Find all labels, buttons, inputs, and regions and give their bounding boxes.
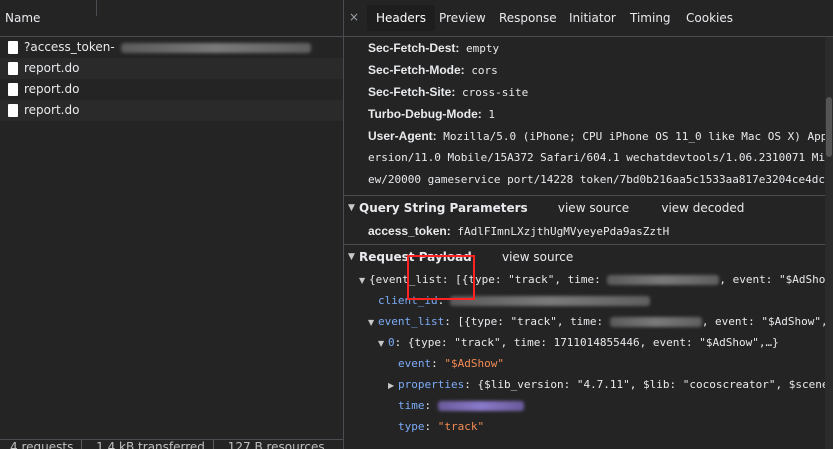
expand-triangle-icon[interactable]: ▼ [378, 333, 388, 354]
redacted-text [120, 42, 311, 53]
json-key: time [398, 399, 425, 412]
transferred-size: 1.4 kB transferred [96, 440, 205, 449]
payload-text: : {$lib_version: "4.7.11", $lib: "cocosc… [464, 378, 829, 391]
name-column-label: Name [5, 11, 41, 25]
document-icon [8, 41, 18, 54]
param-value: fAdlFImnLXzjthUgMVyeyePda9asZztH [457, 225, 670, 238]
view-decoded-link[interactable]: view decoded [661, 201, 744, 215]
request-detail-panel: × Headers Preview Response Initiator Tim… [344, 0, 833, 449]
tab-initiator[interactable]: Initiator [560, 5, 625, 31]
payload-text: , event: [719, 273, 780, 286]
expand-triangle-icon[interactable]: ▼ [348, 196, 355, 220]
request-row-report[interactable]: report.do [0, 58, 343, 79]
request-name: report.do [24, 103, 80, 117]
json-key: 0 [388, 336, 395, 349]
header-value: Mozilla/5.0 (iPhone; CPU iPhone OS 11_0 … [443, 130, 833, 143]
query-param-row: access_token: fAdlFImnLXzjthUgMVyeyePda9… [344, 220, 833, 244]
header-value: 1 [488, 108, 495, 121]
header-row: User-Agent: Mozilla/5.0 (iPhone; CPU iPh… [344, 125, 833, 147]
headers-content: Sec-Fetch-Dest: empty Sec-Fetch-Mode: co… [344, 37, 833, 449]
highlight-annotation-box [407, 255, 475, 300]
resources-size: 127 B resources [227, 440, 325, 449]
request-row-report[interactable]: report.do [0, 79, 343, 100]
redacted-text [609, 317, 702, 327]
divider [81, 440, 83, 449]
json-key: properties [398, 378, 465, 391]
close-icon[interactable]: × [349, 10, 359, 24]
collapsed-triangle-icon[interactable]: ▶ [388, 375, 398, 396]
payload-text: : {type: "track", time: 1711014855446, e… [394, 336, 779, 349]
event-value: "$AdShow" [444, 357, 504, 370]
view-source-link[interactable]: view source [502, 250, 573, 264]
payload-text: , event: "$AdShow", [701, 315, 828, 328]
json-key: event [398, 357, 432, 370]
header-value: cross-site [461, 86, 529, 99]
network-request-list: Name ?access_token- report.do report.do … [0, 0, 344, 449]
header-row: Turbo-Debug-Mode: 1 [344, 103, 833, 125]
document-icon [8, 104, 18, 117]
request-name: report.do [24, 82, 80, 96]
document-icon [8, 62, 18, 75]
json-key: type [398, 420, 425, 433]
expand-triangle-icon[interactable]: ▼ [348, 245, 355, 269]
header-value: cors [471, 64, 498, 77]
payload-item-0-line[interactable]: ▼ 0: {type: "track", time: 1711014855446,… [344, 332, 833, 353]
request-row-report[interactable]: report.do [0, 100, 343, 121]
tab-timing[interactable]: Timing [621, 5, 680, 31]
payload-time-line: time: [344, 395, 833, 416]
vertical-scrollbar[interactable] [825, 37, 833, 449]
request-count: 4 requests [10, 440, 74, 449]
tab-preview[interactable]: Preview [430, 5, 495, 31]
header-key: Sec-Fetch-Site: [368, 85, 456, 99]
request-name: ?access_token- [24, 40, 115, 54]
payload-event-list-line[interactable]: ▼ event_list: [{type: "track", time: , ev… [344, 311, 833, 332]
detail-tab-bar: × Headers Preview Response Initiator Tim… [344, 0, 833, 37]
redacted-text [450, 296, 651, 306]
header-value: empty [465, 42, 500, 55]
query-string-section-header[interactable]: ▼ Query String Parameters view source vi… [344, 195, 833, 220]
request-row-access-token[interactable]: ?access_token- [0, 37, 343, 58]
divider [212, 440, 214, 449]
header-row: Sec-Fetch-Dest: empty [344, 37, 833, 59]
document-icon [8, 83, 18, 96]
expand-triangle-icon[interactable]: ▼ [368, 312, 378, 333]
payload-text: : [{type: "track", time: [444, 315, 610, 328]
header-key: Sec-Fetch-Mode: [368, 63, 465, 77]
tab-headers[interactable]: Headers [367, 5, 435, 31]
payload-properties-line[interactable]: ▶ properties: {$lib_version: "4.7.11", $l… [344, 374, 833, 395]
tab-cookies[interactable]: Cookies [677, 5, 742, 31]
tab-response[interactable]: Response [490, 5, 566, 31]
json-key: event_list [378, 315, 445, 328]
header-key: Sec-Fetch-Dest: [368, 41, 460, 55]
header-value-continuation: ersion/11.0 Mobile/15A372 Safari/604.1 w… [368, 151, 833, 164]
redacted-text [607, 275, 720, 285]
payload-event-line: event: "$AdShow" [398, 357, 504, 370]
header-row: Sec-Fetch-Mode: cors [344, 59, 833, 81]
type-value: "track" [437, 420, 485, 433]
header-row: Sec-Fetch-Site: cross-site [344, 81, 833, 103]
payload-type-line: type: "track" [398, 420, 485, 433]
request-name: report.do [24, 61, 80, 75]
redacted-text [437, 401, 524, 411]
section-title: Query String Parameters [359, 201, 528, 215]
view-source-link[interactable]: view source [558, 201, 629, 215]
payload-text: {event_list: [{type: "track", time: [369, 273, 608, 286]
name-column-header[interactable]: Name [0, 0, 343, 37]
param-key: access_token: [368, 224, 451, 238]
header-key: User-Agent: [368, 129, 437, 143]
header-key: Turbo-Debug-Mode: [368, 107, 482, 121]
header-value-continuation: ew/20000 gameservice port/14228 token/7b… [368, 173, 832, 186]
expand-triangle-icon[interactable]: ▼ [359, 270, 369, 291]
network-status-bar: 4 requests 1.4 kB transferred 127 B reso… [0, 439, 343, 449]
column-divider[interactable] [96, 0, 97, 16]
scrollbar-thumb[interactable] [826, 97, 832, 157]
